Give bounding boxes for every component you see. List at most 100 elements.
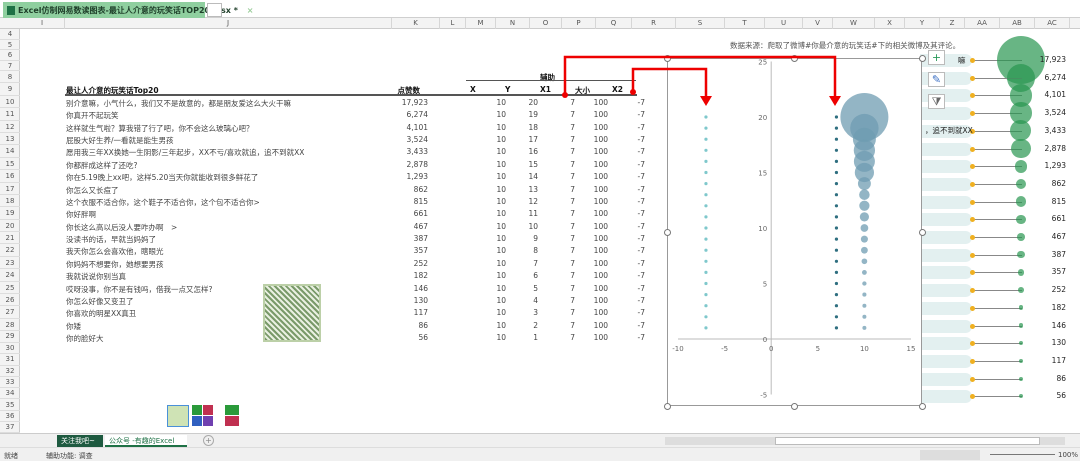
- column-header[interactable]: AB: [1000, 18, 1035, 29]
- app-icon[interactable]: [225, 416, 239, 426]
- column-header[interactable]: J: [65, 18, 392, 29]
- column-header[interactable]: O: [530, 18, 562, 29]
- column-header[interactable]: AC: [1035, 18, 1070, 29]
- row-header[interactable]: 20: [0, 220, 20, 233]
- leader-line: [972, 396, 1022, 398]
- leader-line: [972, 254, 1022, 256]
- resize-handle[interactable]: [919, 229, 926, 236]
- view-buttons[interactable]: [920, 450, 980, 460]
- row-header[interactable]: 14: [0, 145, 20, 158]
- app-icon[interactable]: [192, 416, 202, 426]
- x2-point: [704, 137, 708, 141]
- row-header[interactable]: 18: [0, 195, 20, 208]
- resize-handle[interactable]: [919, 55, 926, 62]
- row-header[interactable]: 32: [0, 366, 20, 377]
- bubble-chart[interactable]: -10 -5 0 5 10 15 25 20 15 10 5 0 -5: [664, 55, 926, 410]
- add-chart-element-button[interactable]: +: [928, 50, 945, 65]
- sheet-tab-follow[interactable]: 关注我吧~: [57, 435, 103, 447]
- row-header[interactable]: 12: [0, 121, 20, 134]
- row-header[interactable]: 24: [0, 269, 20, 282]
- column-header[interactable]: S: [676, 18, 725, 29]
- column-header[interactable]: W: [833, 18, 875, 29]
- row-header[interactable]: 11: [0, 108, 20, 121]
- row-header[interactable]: 28: [0, 319, 20, 332]
- app-icon[interactable]: [225, 405, 239, 415]
- app-icon[interactable]: [203, 405, 213, 415]
- column-header[interactable]: T: [725, 18, 765, 29]
- column-header[interactable]: K: [392, 18, 440, 29]
- row-header[interactable]: 34: [0, 388, 20, 400]
- row-header[interactable]: 30: [0, 343, 20, 355]
- row-header[interactable]: 9: [0, 83, 20, 96]
- column-header[interactable]: I: [20, 18, 65, 29]
- accessibility-status[interactable]: 辅助功能: 调查: [46, 451, 93, 461]
- y-value: 16: [528, 147, 538, 157]
- row-header[interactable]: 27: [0, 306, 20, 319]
- x1-value: 7: [570, 172, 575, 182]
- resize-handle[interactable]: [919, 403, 926, 410]
- column-header[interactable]: Y: [905, 18, 940, 29]
- chart-style-button[interactable]: ✎: [928, 72, 945, 87]
- row-header[interactable]: 7: [0, 61, 20, 71]
- x-value: 10: [496, 320, 506, 330]
- column-header[interactable]: L: [440, 18, 466, 29]
- marker-dot: [970, 323, 975, 329]
- size-value: 100: [593, 333, 608, 343]
- thumbnail-icon[interactable]: [167, 405, 189, 427]
- zoom-slider[interactable]: [990, 454, 1055, 455]
- column-header[interactable]: Q: [596, 18, 632, 29]
- app-icon[interactable]: [192, 405, 202, 415]
- row-header[interactable]: 23: [0, 257, 20, 270]
- column-header[interactable]: AA: [965, 18, 1000, 29]
- sheet-tab-wechat[interactable]: 公众号 -有趣的Excel: [105, 435, 187, 447]
- row-header[interactable]: 26: [0, 294, 20, 307]
- resize-handle[interactable]: [664, 55, 671, 62]
- column-header[interactable]: Z: [940, 18, 965, 29]
- file-tab[interactable]: Excel仿制网易数读图表-最让人介意的玩笑话TOP20.xlsx * ×: [3, 2, 253, 18]
- chart-filter-button[interactable]: ⧩: [928, 94, 945, 109]
- like-count: 86: [418, 320, 428, 330]
- row-header[interactable]: 19: [0, 207, 20, 220]
- bubble-point: [862, 281, 867, 286]
- marker-dot: [970, 376, 975, 382]
- row-header[interactable]: 8: [0, 71, 20, 83]
- add-sheet-button[interactable]: +: [203, 435, 214, 446]
- row-header[interactable]: 13: [0, 133, 20, 146]
- zoom-level[interactable]: 100%: [1058, 451, 1078, 459]
- row-header[interactable]: 29: [0, 331, 20, 343]
- leader-line: [972, 378, 1022, 380]
- bubble-point: [861, 258, 868, 265]
- resize-handle[interactable]: [791, 403, 798, 410]
- row-header[interactable]: 21: [0, 232, 20, 245]
- close-tab-icon[interactable]: ×: [247, 6, 254, 15]
- row-header[interactable]: 17: [0, 183, 20, 195]
- row-header[interactable]: 15: [0, 158, 20, 171]
- row-header[interactable]: 22: [0, 244, 20, 257]
- column-header[interactable]: P: [562, 18, 596, 29]
- resize-handle[interactable]: [664, 403, 671, 410]
- row-header[interactable]: 4: [0, 29, 20, 40]
- row-header[interactable]: 16: [0, 170, 20, 183]
- resize-handle[interactable]: [791, 55, 798, 62]
- column-header[interactable]: U: [765, 18, 803, 29]
- column-header[interactable]: N: [496, 18, 530, 29]
- new-tab-button[interactable]: [207, 3, 222, 17]
- row-header[interactable]: 36: [0, 411, 20, 423]
- row-header[interactable]: 35: [0, 400, 20, 411]
- row-header[interactable]: 33: [0, 377, 20, 389]
- label-fragment: ，追不到就XX: [925, 126, 973, 135]
- bubble-value: 56: [1056, 391, 1066, 401]
- horizontal-scrollbar[interactable]: [665, 437, 1065, 445]
- row-header[interactable]: 25: [0, 282, 20, 294]
- row-header[interactable]: 10: [0, 96, 20, 109]
- row-header[interactable]: 37: [0, 422, 20, 434]
- column-header[interactable]: V: [803, 18, 833, 29]
- column-header[interactable]: M: [466, 18, 496, 29]
- row-header[interactable]: 5: [0, 40, 20, 50]
- app-icon[interactable]: [203, 416, 213, 426]
- column-header[interactable]: R: [632, 18, 676, 29]
- row-header[interactable]: 6: [0, 50, 20, 61]
- row-header[interactable]: 31: [0, 354, 20, 366]
- resize-handle[interactable]: [664, 229, 671, 236]
- column-header[interactable]: X: [875, 18, 905, 29]
